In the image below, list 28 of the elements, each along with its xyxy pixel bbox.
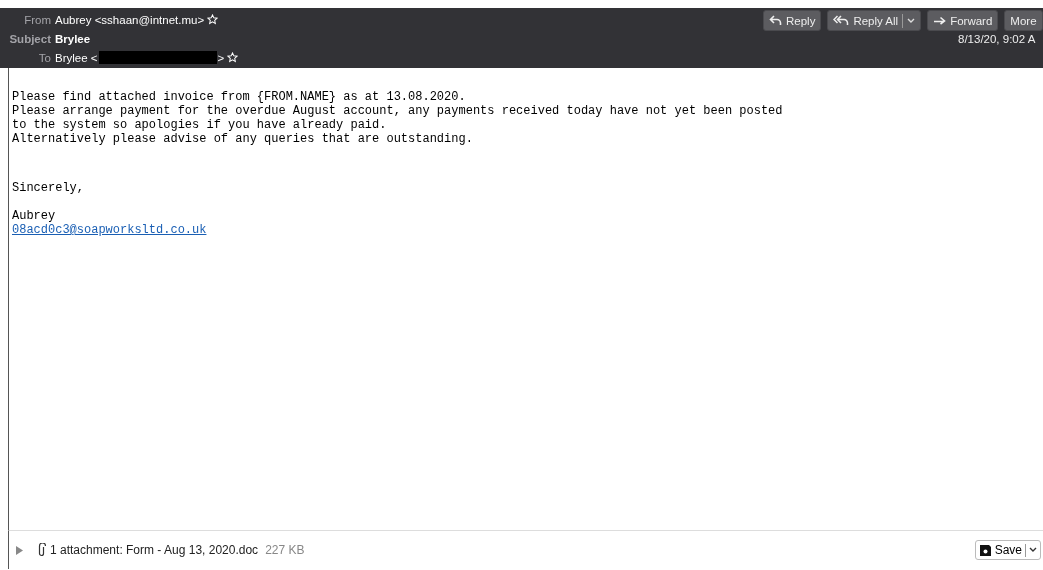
bracket-text: >: [217, 51, 225, 64]
recipient-name[interactable]: Brylee <: [55, 51, 98, 64]
reply-all-icon: [833, 15, 850, 26]
signature-name: Aubrey: [12, 209, 57, 223]
save-button[interactable]: Save: [974, 540, 1041, 560]
disclosure-triangle[interactable]: [15, 545, 23, 555]
forward-button[interactable]: Forward: [927, 10, 999, 31]
message-text: Please find attached invoice from {FROM.NAME} as at 13.08.2020. Please arrange payment for the overdue August account, any payments received today have not yet been posted to the system so apologies if you have already paid. Alternatively please advise of any queries that are outstanding.: [12, 89, 784, 146]
email-link[interactable]: 08acd0c3@soapworksltd.co.uk: [12, 223, 207, 237]
reply-icon: [769, 15, 782, 26]
field-label: Subject: [8, 32, 51, 45]
field-label: From: [23, 13, 51, 26]
forward-icon: [933, 16, 947, 25]
paperclip-icon: [37, 543, 46, 557]
date-text: 8/13/20, 9:02 A: [958, 33, 1036, 45]
sender-address[interactable]: Aubrey <sshaan@intnet.mu>: [55, 13, 205, 26]
more-button[interactable]: More: [1004, 10, 1043, 31]
split-caret[interactable]: [902, 13, 916, 28]
subject-text: Brylee: [55, 32, 91, 45]
star-icon[interactable]: [227, 52, 239, 63]
star-icon[interactable]: [207, 14, 219, 25]
closing-text: Sincerely,: [12, 181, 85, 195]
attachment-name[interactable]: 1 attachment: Form - Aug 13, 2020.doc: [50, 543, 259, 557]
reply-button[interactable]: Reply: [763, 10, 822, 31]
file-size: 227 KB: [265, 543, 305, 557]
reply-all-button[interactable]: Reply All: [827, 10, 922, 31]
field-label: To: [37, 51, 51, 64]
caret-icon[interactable]: [1029, 547, 1037, 553]
